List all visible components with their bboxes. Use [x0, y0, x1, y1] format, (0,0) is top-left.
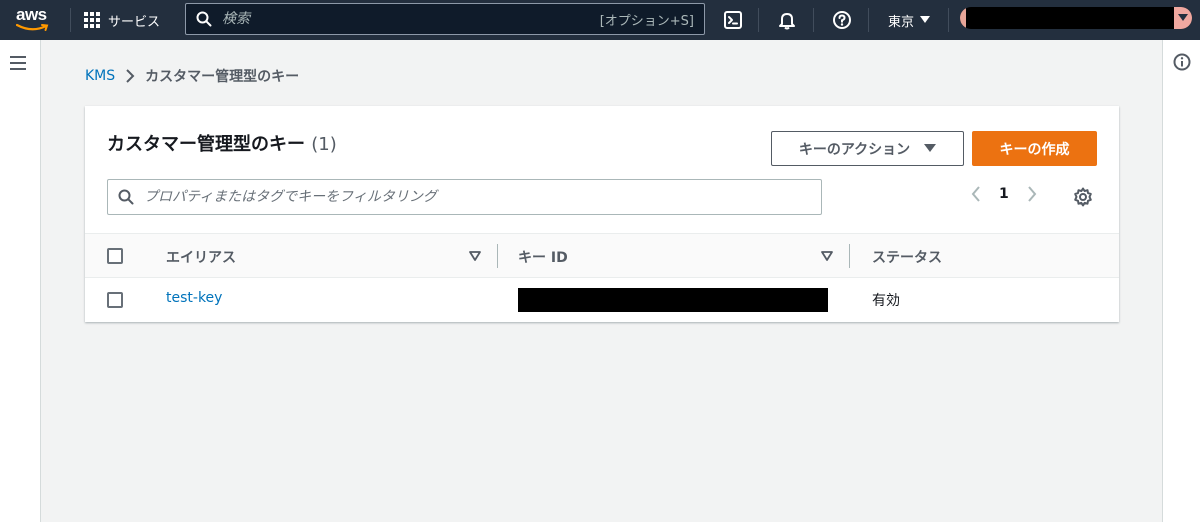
info-icon[interactable]	[1173, 53, 1191, 71]
chevron-right-icon	[126, 69, 135, 83]
search-shortcut-hint: [オプション+S]	[599, 13, 694, 29]
column-resize-handle[interactable]	[849, 244, 850, 268]
aws-logo[interactable]: aws	[14, 5, 54, 35]
row-checkbox[interactable]	[107, 292, 123, 308]
caret-down-icon	[1178, 14, 1188, 21]
key-count: (1)	[311, 134, 337, 155]
breadcrumb-kms-link[interactable]: KMS	[85, 68, 115, 84]
cloudshell-button[interactable]	[721, 8, 745, 32]
nav-separator	[813, 8, 814, 32]
key-alias-link[interactable]: test-key	[166, 290, 222, 306]
notifications-button[interactable]	[775, 8, 799, 32]
breadcrumb-current: カスタマー管理型のキー	[145, 69, 300, 85]
account-menu-button[interactable]	[960, 7, 1192, 29]
right-tools-rail	[1162, 40, 1200, 522]
column-header-key-id[interactable]: キー ID	[518, 234, 568, 279]
key-actions-label: キーのアクション	[798, 141, 911, 158]
panel-title: カスタマー管理型のキー (1)	[107, 130, 337, 156]
panel-title-text: カスタマー管理型のキー	[107, 134, 305, 155]
keys-table-panel: カスタマー管理型のキー (1) キーのアクション キーの作成 1	[85, 106, 1119, 322]
caret-down-icon	[920, 16, 931, 23]
chevron-right-icon	[1027, 186, 1037, 202]
help-icon	[833, 11, 851, 29]
aws-logo-text: aws	[16, 5, 47, 24]
top-navigation: aws サービス [オプション+S]	[0, 0, 1200, 40]
table-header: エイリアス キー ID ステータス	[85, 233, 1119, 278]
region-label: 東京	[888, 14, 915, 30]
key-status: 有効	[872, 293, 900, 309]
key-actions-button[interactable]: キーのアクション	[771, 131, 964, 166]
search-icon	[118, 189, 134, 205]
column-header-alias[interactable]: エイリアス	[166, 234, 236, 279]
gear-icon[interactable]	[1073, 187, 1093, 207]
global-search-input[interactable]	[222, 11, 600, 27]
global-search[interactable]: [オプション+S]	[185, 3, 705, 35]
sort-icon[interactable]	[469, 250, 481, 262]
help-button[interactable]	[830, 8, 854, 32]
account-caret	[1174, 7, 1192, 29]
table-row: test-key 有効	[85, 278, 1119, 322]
grid-icon	[84, 12, 100, 28]
region-selector[interactable]: 東京	[888, 0, 931, 40]
chevron-left-icon	[971, 186, 980, 202]
create-key-button[interactable]: キーの作成	[972, 131, 1097, 166]
nav-separator	[868, 8, 869, 32]
pagination: 1	[971, 186, 1037, 202]
column-header-status[interactable]: ステータス	[872, 234, 942, 279]
account-avatar-edge	[960, 7, 966, 29]
create-key-label: キーの作成	[999, 141, 1070, 158]
next-page-button[interactable]	[1027, 186, 1037, 202]
cloudshell-icon	[724, 11, 742, 29]
search-icon	[196, 11, 212, 27]
menu-icon[interactable]	[10, 56, 26, 74]
services-menu-button[interactable]: サービス	[84, 0, 160, 40]
key-id-redacted	[518, 288, 828, 312]
column-resize-handle[interactable]	[497, 244, 498, 268]
aws-smile-icon	[16, 23, 49, 31]
bell-icon	[779, 13, 795, 30]
services-label: サービス	[108, 14, 161, 30]
nav-separator	[948, 8, 949, 32]
nav-separator	[70, 8, 71, 32]
previous-page-button[interactable]	[971, 186, 981, 202]
caret-down-icon	[924, 144, 937, 152]
nav-separator	[758, 8, 759, 32]
sort-icon[interactable]	[821, 250, 833, 262]
filter-input[interactable]	[144, 189, 811, 205]
current-page-number[interactable]: 1	[999, 186, 1009, 202]
breadcrumb: KMS カスタマー管理型のキー	[85, 66, 299, 86]
left-navigation-rail	[0, 40, 41, 522]
select-all-checkbox[interactable]	[107, 248, 123, 264]
filter-box[interactable]	[107, 179, 822, 215]
